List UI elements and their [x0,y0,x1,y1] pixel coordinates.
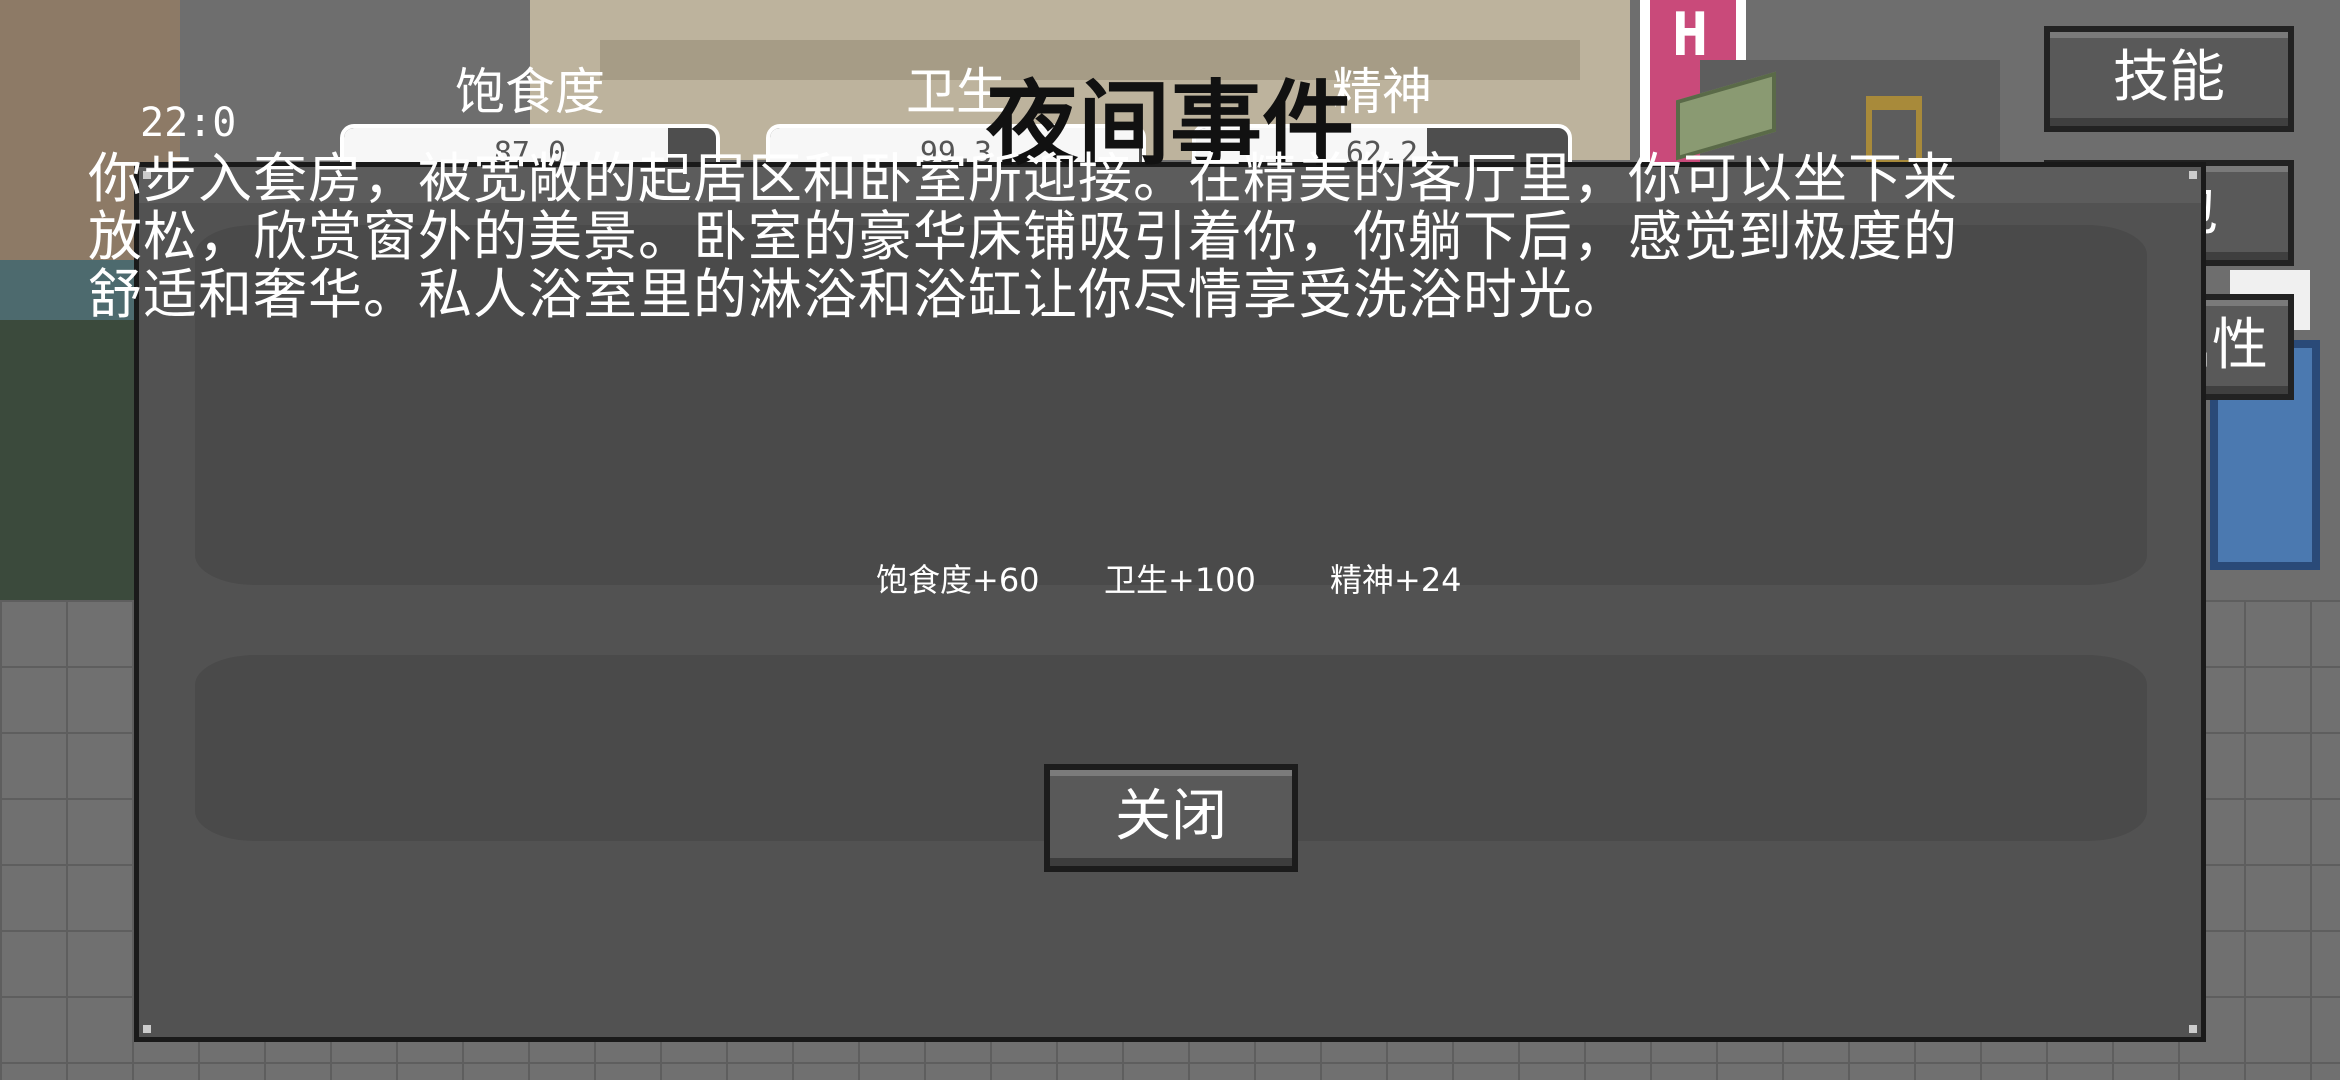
event-description: 你步入套房，被宽敞的起居区和卧室所迎接。在精美的客厅里，你可以坐下来放松，欣赏窗… [88,147,1958,326]
dialog-corner-bl [143,1025,151,1033]
dialog-corner-br [2189,1025,2197,1033]
dialog-corner-tr [2189,171,2197,179]
stat-satiety-label: 饱食度 [455,63,605,121]
effect-hygiene: 卫生+100 [1104,561,1256,599]
effect-satiety: 饱食度+60 [876,561,1040,599]
close-button[interactable]: 关闭 [1044,764,1298,872]
effect-spirit: 精神+24 [1330,561,1462,599]
game-clock: 22:0 [140,100,237,146]
skills-button[interactable]: 技能 [2044,26,2294,132]
game-scene: H 22:0 饱食度 87.0 卫生 99.3 精神 62.2 技能 包 属性 [0,0,2340,1080]
